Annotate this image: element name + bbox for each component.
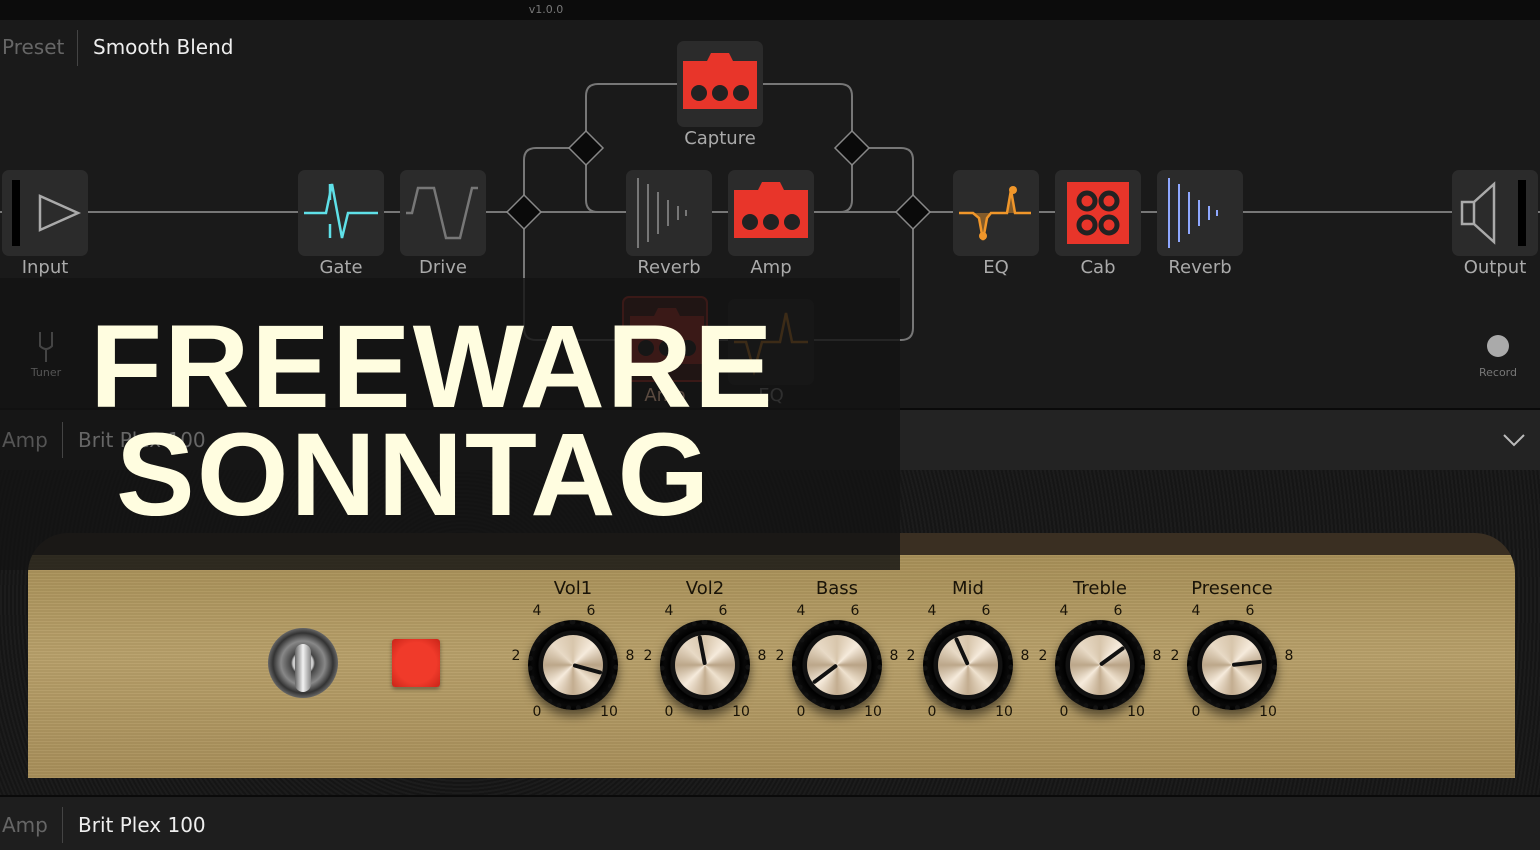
scale-tick-label: 8: [1152, 648, 1162, 664]
scale-tick-label: 6: [586, 603, 596, 619]
reverb-node[interactable]: [626, 170, 712, 256]
record-label: Record: [1478, 366, 1517, 379]
knob-mid[interactable]: [923, 620, 1013, 710]
drive-waveform-icon: [406, 186, 478, 240]
knob-treble[interactable]: [1055, 620, 1145, 710]
knob-bass[interactable]: [792, 620, 882, 710]
speaker-icon: [1460, 180, 1526, 246]
scale-tick-label: 10: [995, 704, 1013, 720]
amp-head-icon: [734, 182, 808, 238]
scale-tick-label: 6: [1113, 603, 1123, 619]
scale-tick-label: 4: [796, 603, 806, 619]
gate-waveform-icon: [304, 183, 378, 239]
knob-label: Treble: [1073, 578, 1127, 599]
scale-tick-label: 10: [1259, 704, 1277, 720]
eq-curve-icon: [959, 186, 1031, 241]
reverb-label-2: Reverb: [1168, 257, 1232, 278]
input-label: Input: [21, 257, 69, 278]
scale-tick-label: 4: [1191, 603, 1201, 619]
tuner-label: Tuner: [30, 366, 62, 379]
input-node[interactable]: [2, 170, 88, 256]
scale-tick-label: 2: [511, 648, 521, 664]
scale-tick-label: 10: [864, 704, 882, 720]
split-node: [567, 129, 605, 167]
cab-node[interactable]: [1055, 170, 1141, 256]
scale-tick-label: 6: [1245, 603, 1255, 619]
divider: [62, 422, 63, 458]
scale-tick-label: 2: [643, 648, 653, 664]
split-node: [505, 193, 543, 231]
scale-tick-label: 2: [1170, 648, 1180, 664]
scale-tick-label: 4: [927, 603, 937, 619]
scale-tick-label: 0: [796, 704, 806, 720]
play-icon: [12, 180, 82, 246]
output-node[interactable]: [1452, 170, 1538, 256]
knob-vol2[interactable]: [660, 620, 750, 710]
reverb-node-2[interactable]: [1157, 170, 1243, 256]
merge-node: [894, 193, 932, 231]
reverb-decay-icon: [637, 178, 687, 248]
knob-label: Bass: [815, 578, 859, 599]
amp-label: Amp: [750, 257, 792, 278]
amp-head-icon: [683, 53, 757, 109]
tuner-fork-icon[interactable]: [34, 330, 58, 368]
knob-vol1[interactable]: [528, 620, 618, 710]
scale-tick-label: 8: [1284, 648, 1294, 664]
power-toggle-switch[interactable]: [268, 628, 338, 698]
amp-node[interactable]: [728, 170, 814, 256]
scale-tick-label: 0: [1191, 704, 1201, 720]
amp-header-label: Amp: [2, 428, 48, 452]
divider: [62, 807, 63, 843]
power-indicator-light: [392, 639, 440, 687]
scale-tick-label: 4: [532, 603, 542, 619]
scale-tick-label: 6: [981, 603, 991, 619]
knob-label: Vol1: [553, 578, 593, 599]
scale-tick-label: 2: [1038, 648, 1048, 664]
speaker-cabinet-icon: [1067, 182, 1129, 244]
scale-tick-label: 0: [1059, 704, 1069, 720]
knob-presence[interactable]: [1187, 620, 1277, 710]
bottom-amp-bar: Amp Brit Plex 100: [0, 795, 1540, 850]
scale-tick-label: 8: [1020, 648, 1030, 664]
scale-tick-label: 10: [732, 704, 750, 720]
scale-tick-label: 4: [664, 603, 674, 619]
eq-node[interactable]: [953, 170, 1039, 256]
reverb-decay-icon: [1168, 178, 1218, 248]
scale-tick-label: 10: [1127, 704, 1145, 720]
output-label: Output: [1463, 257, 1527, 278]
merge-node: [833, 129, 871, 167]
gate-node[interactable]: [298, 170, 384, 256]
bottom-amp-model[interactable]: Brit Plex 100: [78, 813, 206, 837]
overlay-title-line2: SONNTAG: [116, 409, 712, 541]
knob-label: Presence: [1191, 578, 1273, 599]
scale-tick-label: 0: [927, 704, 937, 720]
scale-tick-label: 4: [1059, 603, 1069, 619]
capture-label: Capture: [684, 128, 756, 149]
knob-label: Mid: [952, 578, 984, 599]
knob-label: Vol2: [685, 578, 725, 599]
scale-tick-label: 0: [664, 704, 674, 720]
drive-node[interactable]: [400, 170, 486, 256]
capture-node[interactable]: [677, 41, 763, 127]
scale-tick-label: 2: [906, 648, 916, 664]
bottom-amp-label: Amp: [2, 813, 48, 837]
scale-tick-label: 8: [625, 648, 635, 664]
chevron-down-icon[interactable]: [1502, 432, 1526, 448]
drive-label: Drive: [419, 257, 467, 278]
scale-tick-label: 2: [775, 648, 785, 664]
scale-tick-label: 8: [757, 648, 767, 664]
record-button[interactable]: [1487, 335, 1509, 357]
scale-tick-label: 6: [718, 603, 728, 619]
scale-tick-label: 10: [600, 704, 618, 720]
scale-tick-label: 0: [532, 704, 542, 720]
scale-tick-label: 6: [850, 603, 860, 619]
